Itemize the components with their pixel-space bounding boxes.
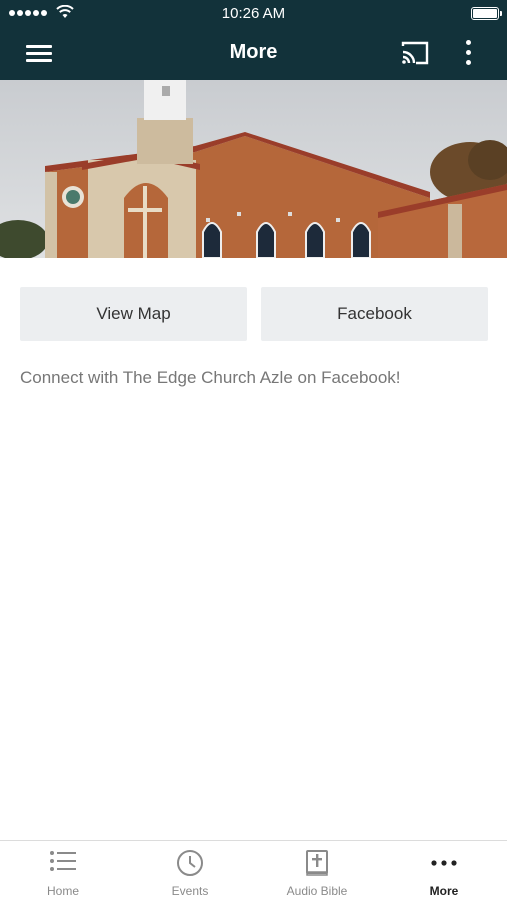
cast-icon[interactable] bbox=[400, 40, 430, 66]
status-time: 10:26 AM bbox=[221, 5, 286, 22]
facebook-button[interactable]: Facebook bbox=[261, 287, 488, 341]
tab-more[interactable]: More bbox=[381, 841, 507, 900]
overflow-menu-icon[interactable] bbox=[458, 39, 478, 67]
app-header: More bbox=[0, 27, 507, 80]
tab-label: More bbox=[429, 884, 459, 898]
bottom-tab-bar: Home Events Audio Bible More bbox=[0, 840, 507, 900]
tab-label: Audio Bible bbox=[286, 884, 348, 898]
battery-icon bbox=[471, 7, 502, 20]
tab-home[interactable]: Home bbox=[0, 841, 126, 900]
tab-events[interactable]: Events bbox=[127, 841, 253, 900]
tab-audio-bible[interactable]: Audio Bible bbox=[254, 841, 380, 900]
status-bar: 10:26 AM bbox=[0, 0, 507, 27]
page-title: More bbox=[229, 41, 278, 63]
tab-label: Events bbox=[171, 884, 209, 898]
facebook-description: Connect with The Edge Church Azle on Fac… bbox=[20, 368, 401, 387]
tab-label: Home bbox=[46, 884, 79, 898]
clock-icon bbox=[177, 850, 203, 876]
list-icon bbox=[50, 851, 76, 871]
church-photo bbox=[0, 80, 507, 258]
more-dots-icon bbox=[431, 860, 457, 866]
bible-icon bbox=[306, 850, 328, 876]
view-map-button[interactable]: View Map bbox=[20, 287, 247, 341]
